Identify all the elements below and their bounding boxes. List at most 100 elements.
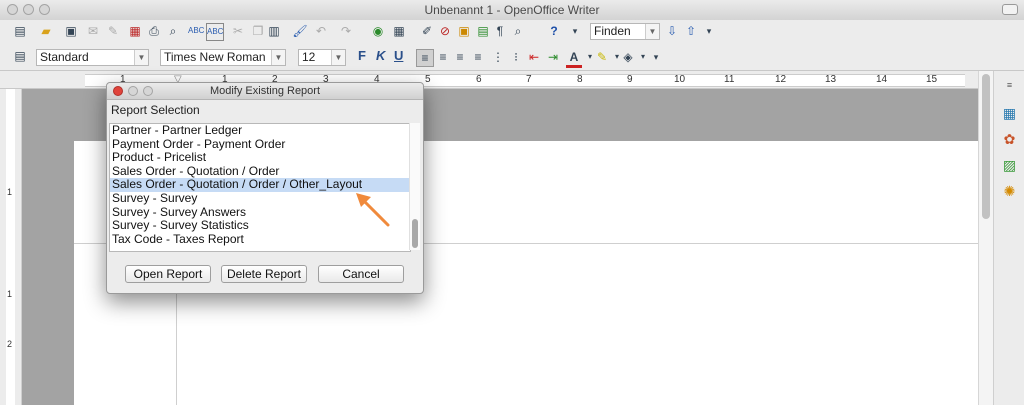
formatting-toolbar: ▤ Standard ▼ Times New Roman ▼ 12 ▼ F K … [0, 44, 1024, 71]
increase-indent-icon[interactable]: ⇥ [545, 49, 561, 65]
ruler-number: 15 [926, 74, 937, 85]
ruler-number: 8 [577, 74, 583, 85]
chevron-down-icon[interactable]: ▼ [271, 50, 285, 65]
align-center-icon[interactable]: ≡ [435, 49, 451, 65]
dialog-minimize-button[interactable] [128, 86, 138, 96]
report-list-scrollbar-thumb[interactable] [412, 219, 418, 248]
redo-icon[interactable]: ↷ [338, 23, 354, 39]
dialog-title-bar: Modify Existing Report [107, 83, 423, 100]
toolbar-toggle-button[interactable] [1002, 4, 1018, 15]
align-left-icon[interactable]: ≡ [416, 49, 434, 67]
sidebar-panel: ≡ ▦ ✿ ▨ ✺ [993, 71, 1024, 405]
report-list-item[interactable]: Payment Order - Payment Order [110, 138, 410, 152]
gallery-icon[interactable]: ▣ [456, 23, 472, 39]
document-scrollbar[interactable] [978, 71, 993, 405]
find-toolbar-overflow-icon[interactable]: ▾ [701, 23, 717, 39]
chevron-down-icon[interactable]: ▼ [134, 50, 148, 65]
vruler-number: 1 [7, 187, 12, 197]
ruler-number: 10 [674, 74, 685, 85]
italic-button[interactable]: K [376, 48, 385, 63]
window-title-bar: Unbenannt 1 - OpenOffice Writer [0, 0, 1024, 21]
underline-button[interactable]: U [394, 48, 403, 63]
navigator-icon[interactable]: ⊘ [437, 23, 453, 39]
report-list-item[interactable]: Product - Pricelist [110, 151, 410, 165]
dialog-close-button[interactable] [113, 86, 123, 96]
dialog-window-controls [113, 85, 158, 101]
window-title: Unbenannt 1 - OpenOffice Writer [0, 3, 1024, 17]
open-report-button[interactable]: Open Report [125, 265, 211, 283]
report-list-item[interactable]: Tax Code - Taxes Report [110, 233, 410, 247]
help-icon[interactable]: ? [546, 23, 562, 39]
cut-icon[interactable]: ✂ [230, 23, 246, 39]
formatting-marks-icon[interactable]: ¶ [492, 23, 508, 39]
sidebar-menu-icon[interactable]: ≡ [1001, 77, 1018, 94]
scrollbar-thumb[interactable] [982, 74, 990, 219]
find-next-icon[interactable]: ⇩ [664, 23, 680, 39]
ruler-number: 14 [876, 74, 887, 85]
toolbar-overflow-icon[interactable]: ▾ [567, 23, 583, 39]
paste-icon[interactable]: ▥ [266, 23, 282, 39]
dialog-zoom-button[interactable] [143, 86, 153, 96]
page-preview-icon[interactable]: ⌕ [165, 23, 181, 39]
font-size-value: 12 [302, 50, 315, 64]
styles-icon[interactable]: ✿ [1001, 131, 1018, 148]
justify-icon[interactable]: ≡ [470, 49, 486, 65]
bullets-icon[interactable]: ⁝ [508, 49, 524, 65]
save-icon[interactable]: ▣ [63, 23, 79, 39]
report-list-scrollbar[interactable] [409, 123, 420, 250]
align-right-icon[interactable]: ≡ [452, 49, 468, 65]
vruler-number: 2 [7, 339, 12, 349]
vruler-number: 1 [7, 289, 12, 299]
autospellcheck-icon[interactable]: ABC [206, 23, 224, 41]
print-icon[interactable]: ⎙ [146, 23, 162, 39]
ruler-number: 11 [724, 74, 734, 85]
bold-button[interactable]: F [358, 48, 366, 63]
properties-icon[interactable]: ▦ [1001, 105, 1018, 122]
vertical-ruler-bar [6, 89, 15, 405]
font-size-select[interactable]: 12 ▼ [298, 49, 346, 66]
format-toolbar-overflow-icon[interactable]: ▾ [648, 49, 664, 65]
copy-icon[interactable]: ❐ [250, 23, 266, 39]
report-list-item[interactable]: Partner - Partner Ledger [110, 124, 410, 138]
font-color-icon[interactable]: A [566, 49, 582, 68]
spellcheck-icon[interactable]: ABC [188, 23, 204, 39]
export-pdf-icon[interactable]: ▦ [127, 23, 143, 39]
annotation-arrow [352, 188, 396, 232]
edit-file-icon[interactable]: ✎ [105, 23, 121, 39]
delete-report-button[interactable]: Delete Report [221, 265, 307, 283]
ruler-number: 9 [627, 74, 633, 85]
numbering-icon[interactable]: ⋮ [490, 49, 506, 65]
chevron-down-icon[interactable]: ▼ [331, 50, 345, 65]
navigator-sidebar-icon[interactable]: ✺ [1001, 183, 1018, 200]
cancel-button[interactable]: Cancel [318, 265, 404, 283]
dialog-title: Modify Existing Report [210, 85, 320, 97]
paragraph-style-value: Standard [40, 50, 89, 64]
chevron-down-icon[interactable]: ▼ [645, 24, 659, 39]
ruler-number: 7 [526, 74, 532, 85]
data-sources-icon[interactable]: ▤ [475, 23, 491, 39]
report-selection-label: Report Selection [111, 103, 200, 117]
decrease-indent-icon[interactable]: ⇤ [526, 49, 542, 65]
report-list-item[interactable]: Sales Order - Quotation / Order [110, 165, 410, 179]
background-color-icon[interactable]: ◈ [620, 49, 636, 65]
ruler-number: 6 [476, 74, 482, 85]
find-previous-icon[interactable]: ⇧ [683, 23, 699, 39]
vertical-ruler[interactable]: 1 1 2 [0, 89, 22, 405]
undo-icon[interactable]: ↶ [313, 23, 329, 39]
highlighting-icon[interactable]: ✎ [594, 49, 610, 65]
new-document-icon[interactable]: ▤ [12, 23, 28, 39]
email-icon[interactable]: ✉ [85, 23, 101, 39]
hyperlink-icon[interactable]: ◉ [370, 23, 386, 39]
paragraph-style-select[interactable]: Standard ▼ [36, 49, 149, 66]
find-field[interactable]: Finden ▼ [590, 23, 660, 40]
styles-and-formatting-icon[interactable]: ▤ [12, 48, 28, 64]
standard-toolbar: ▤ ▰ ▣ ✉ ✎ ▦ ⎙ ⌕ ABC ABC ✂ ❐ ▥ 🖌 ↶ ↷ ◉ ▦ … [0, 20, 1024, 44]
gallery-sidebar-icon[interactable]: ▨ [1001, 157, 1018, 174]
clone-formatting-icon[interactable]: 🖌 [292, 23, 308, 39]
zoom-icon[interactable]: ⌕ [510, 23, 526, 39]
font-name-select[interactable]: Times New Roman ▼ [160, 49, 286, 66]
table-icon[interactable]: ▦ [391, 23, 407, 39]
open-folder-icon[interactable]: ▰ [38, 23, 54, 39]
show-draw-functions-icon[interactable]: ✐ [419, 23, 435, 39]
ruler-number: 5 [425, 74, 431, 85]
